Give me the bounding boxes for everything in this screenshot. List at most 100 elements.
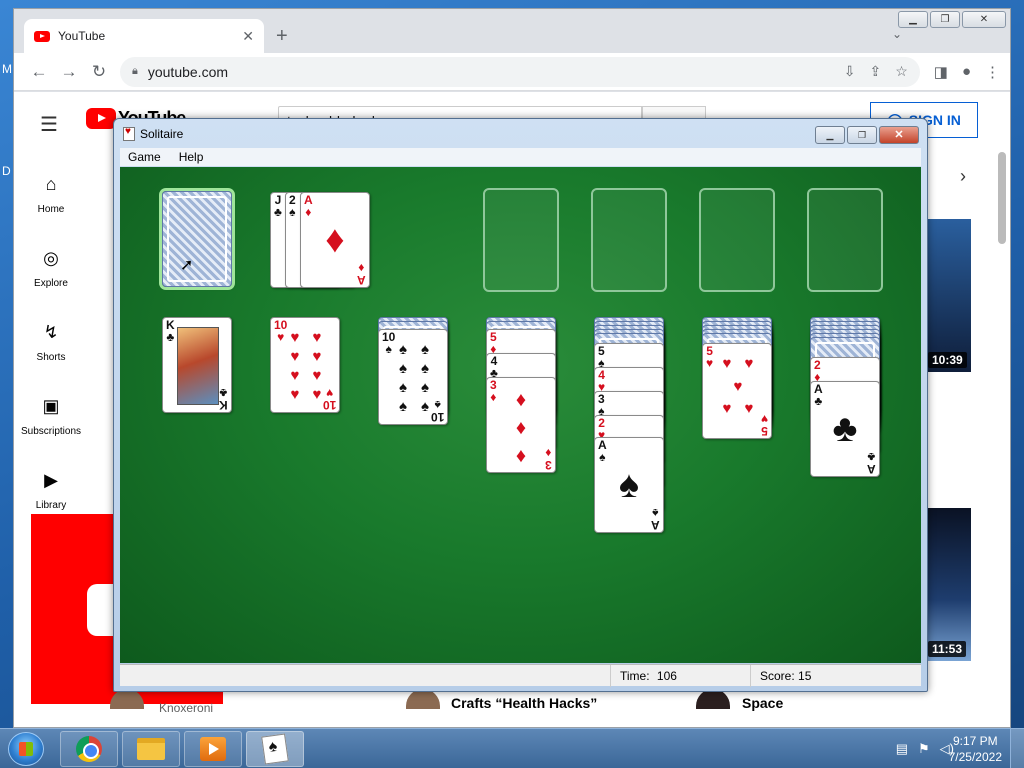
solitaire-app-icon xyxy=(123,126,135,141)
stock-pile[interactable] xyxy=(162,191,232,287)
foundation-slot[interactable] xyxy=(483,188,559,292)
status-bar: Time: 106 Score: 15 xyxy=(120,664,921,687)
taskbar-media-player[interactable] xyxy=(184,731,242,767)
desktop-icon-fragment[interactable]: M xyxy=(2,62,12,76)
solitaire-window-controls: ▁ ❐ ✕ xyxy=(815,126,919,144)
channel-avatar[interactable] xyxy=(406,689,440,709)
sidebar-item-label: Home xyxy=(37,204,65,215)
sidebar-item-library[interactable]: ▶ Library xyxy=(14,470,88,511)
sidebar-item-label: Shorts xyxy=(36,352,66,363)
game-board: ➚ J ♣ 2 ♠ A ♦ ♦ A ♦ K ♣ K ♣ 10 ♥ ♥ ♥ ♥ ♥ ♥ ♥ ♥ ♥ 10 xyxy=(120,167,921,663)
system-tray: ▤ ⚑ ◁) xyxy=(896,741,954,757)
chrome-menu-icon[interactable]: ⋮ xyxy=(985,63,1000,81)
media-player-icon xyxy=(200,737,226,761)
home-icon: ⌂ xyxy=(45,174,57,194)
foundation-slot[interactable] xyxy=(591,188,667,292)
new-tab-button[interactable]: + xyxy=(276,25,288,48)
close-tab-icon[interactable]: ✕ xyxy=(242,28,254,45)
forward-arrow-icon[interactable]: → xyxy=(54,62,84,82)
show-desktop-button[interactable] xyxy=(1010,729,1024,768)
scrollbar[interactable] xyxy=(998,152,1006,244)
back-arrow-icon[interactable]: ← xyxy=(24,62,54,82)
reload-icon[interactable]: ↻ xyxy=(84,62,114,82)
window-title: Solitaire xyxy=(140,127,184,141)
card-ace-clubs[interactable]: A ♣ ♣ A ♣ xyxy=(810,381,880,477)
explore-icon: ◎ xyxy=(43,248,59,268)
sidebar-item-shorts[interactable]: ↯ Shorts xyxy=(14,322,88,363)
clock-time: 9:17 PM xyxy=(952,734,998,748)
card-ace-diamonds[interactable]: A ♦ ♦ A ♦ xyxy=(300,192,370,288)
minimize-button[interactable]: ▁ xyxy=(898,11,928,28)
time-value: 106 xyxy=(656,669,677,683)
card-10-spades[interactable]: 10 ♠ ♠ ♠ ♠ ♠ ♠ ♠ ♠ ♠ 10 ♠ xyxy=(378,329,448,425)
video-duration: 10:39 xyxy=(928,352,967,368)
mouse-cursor-icon: ➚ xyxy=(180,257,194,274)
install-app-icon[interactable]: ⇩ xyxy=(844,63,856,80)
taskbar-solitaire[interactable] xyxy=(246,731,304,767)
card-3-diamonds[interactable]: 3 ♦ ♦ ♦ ♦ 3 ♦ xyxy=(486,377,556,473)
tab-youtube[interactable]: YouTube ✕ xyxy=(24,19,264,53)
sidebar-item-home[interactable]: ⌂ Home xyxy=(14,174,88,215)
youtube-favicon-icon xyxy=(34,30,50,42)
chrome-icon xyxy=(76,736,102,762)
tab-strip: YouTube ✕ + ⌄ ▁ ❐ ✕ xyxy=(14,9,1010,53)
chevron-right-icon[interactable]: › xyxy=(960,166,966,187)
sidebar-item-label: Library xyxy=(35,500,67,511)
hamburger-menu-icon[interactable]: ☰ xyxy=(40,112,58,137)
card-ace-spades[interactable]: A ♠ ♠ A ♠ xyxy=(594,437,664,533)
time-display: Time: 106 xyxy=(620,669,677,683)
library-icon: ▶ xyxy=(44,470,58,490)
video-duration: 11:53 xyxy=(928,641,967,657)
browser-toolbar: ← → ↻ 🔒︎ youtube.com ⇩ ⇪ ☆ ◨ ● ⋮ xyxy=(14,53,1010,91)
sidebar-item-subscriptions[interactable]: ▣ Subscriptions xyxy=(14,396,88,437)
taskbar-explorer[interactable] xyxy=(122,731,180,767)
url-text[interactable]: youtube.com xyxy=(148,64,830,80)
share-icon[interactable]: ⇪ xyxy=(869,63,881,80)
folder-icon xyxy=(137,738,165,760)
foundation-slot[interactable] xyxy=(807,188,883,292)
channel-name[interactable]: Knoxeroni xyxy=(159,701,213,715)
side-panel-icon[interactable]: ◨ xyxy=(934,63,948,81)
desktop-icon-fragment[interactable]: D xyxy=(2,164,11,178)
taskbar-chrome[interactable] xyxy=(60,731,118,767)
video-title[interactable]: Space xyxy=(742,695,783,711)
card-king-clubs[interactable]: K ♣ K ♣ xyxy=(162,317,232,413)
close-window-button[interactable]: ✕ xyxy=(962,11,1006,28)
clock[interactable]: 9:17 PM 7/25/2022 xyxy=(949,733,1002,765)
sidebar-item-explore[interactable]: ◎ Explore xyxy=(14,248,88,289)
shorts-icon: ↯ xyxy=(43,322,59,342)
lock-icon[interactable]: 🔒︎ xyxy=(132,65,138,78)
score-label: Score: xyxy=(760,669,795,683)
address-bar[interactable]: 🔒︎ youtube.com ⇩ ⇪ ☆ xyxy=(120,56,920,87)
menu-game[interactable]: Game xyxy=(128,150,161,164)
minimize-button[interactable]: ▁ xyxy=(815,126,845,144)
solitaire-cards-icon xyxy=(261,733,289,765)
tab-title: YouTube xyxy=(58,29,106,43)
maximize-button[interactable]: ❐ xyxy=(930,11,960,28)
tab-search-icon[interactable]: ⌄ xyxy=(892,27,902,41)
subscriptions-icon: ▣ xyxy=(42,396,60,416)
foundation-slot[interactable] xyxy=(699,188,775,292)
menu-help[interactable]: Help xyxy=(179,150,204,164)
score-display: Score: 15 xyxy=(760,669,811,683)
chrome-window-controls: ▁ ❐ ✕ xyxy=(898,11,1006,28)
solitaire-window: Solitaire ▁ ❐ ✕ Game Help ➚ J♣ 2♠ A♦ ♦ A… xyxy=(113,118,928,692)
video-title[interactable]: Crafts “Health Hacks” xyxy=(451,695,597,711)
solitaire-menubar: Game Help xyxy=(120,148,921,166)
action-center-flag-icon[interactable]: ⚑ xyxy=(918,741,930,757)
sidebar-item-label: Explore xyxy=(34,278,68,289)
solitaire-title-bar[interactable]: Solitaire xyxy=(123,126,184,141)
maximize-button[interactable]: ❐ xyxy=(847,126,877,144)
close-window-button[interactable]: ✕ xyxy=(879,126,919,144)
card-5-hearts[interactable]: 5 ♥ ♥ ♥ ♥ ♥ ♥ 5 ♥ xyxy=(702,343,772,439)
network-icon[interactable]: ▤ xyxy=(896,741,908,757)
youtube-play-icon xyxy=(86,108,116,129)
card-10-hearts[interactable]: 10 ♥ ♥ ♥ ♥ ♥ ♥ ♥ ♥ ♥ 10 ♥ xyxy=(270,317,340,413)
channel-avatar[interactable] xyxy=(696,689,730,709)
score-value: 15 xyxy=(798,669,812,683)
sidebar-item-label: Subscriptions xyxy=(20,426,82,437)
profile-icon[interactable]: ● xyxy=(962,63,971,81)
taskbar: ▤ ⚑ ◁) 9:17 PM 7/25/2022 xyxy=(0,728,1024,768)
bookmark-star-icon[interactable]: ☆ xyxy=(895,63,908,80)
start-button[interactable] xyxy=(8,732,44,766)
